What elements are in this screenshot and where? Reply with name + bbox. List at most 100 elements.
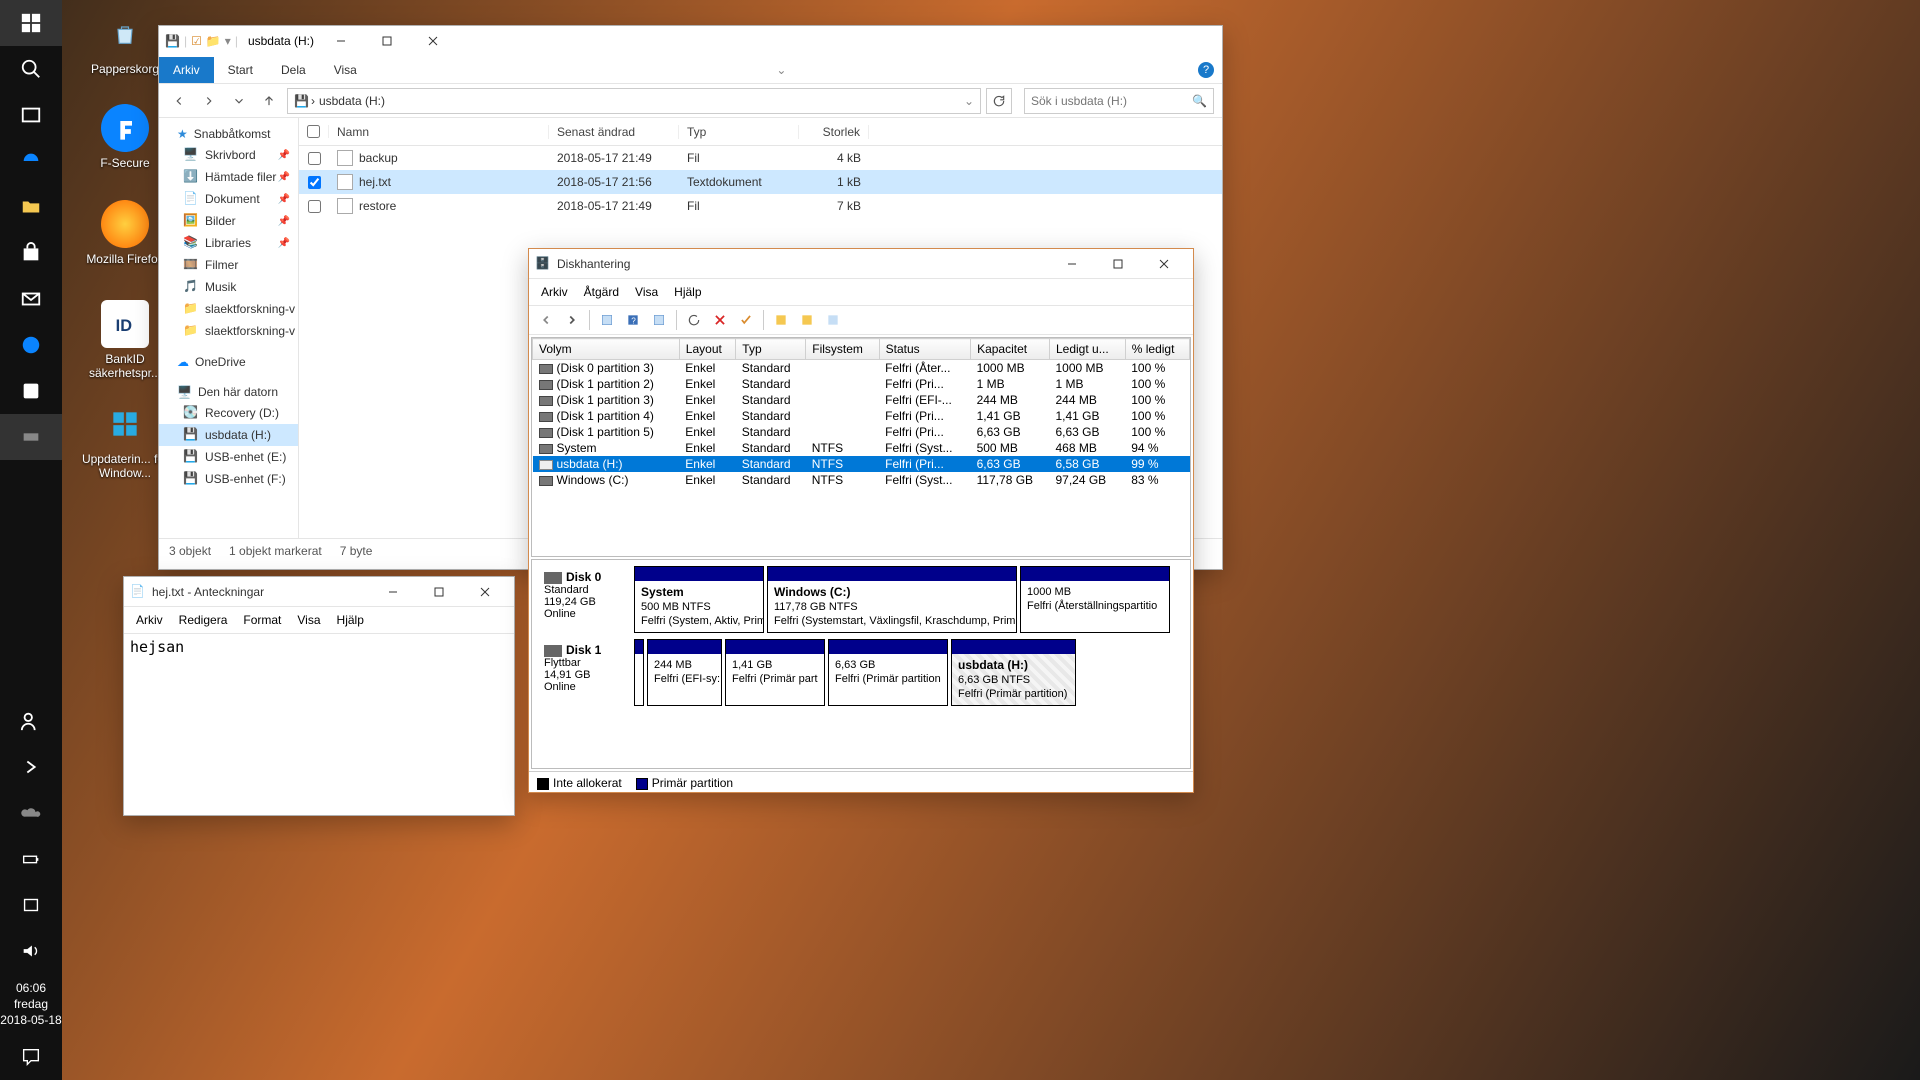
row-checkbox[interactable] xyxy=(308,176,321,189)
action-center-icon[interactable] xyxy=(0,1034,62,1080)
navpane-item[interactable]: 📁slaektforskning-v xyxy=(159,298,298,320)
col-size[interactable]: Storlek xyxy=(799,125,869,139)
maximize-button[interactable] xyxy=(364,26,410,56)
menu-item[interactable]: Format xyxy=(235,609,289,631)
partition[interactable]: System500 MB NTFSFelfri (System, Aktiv, … xyxy=(634,566,764,633)
menu-item[interactable]: Redigera xyxy=(171,609,236,631)
navpane-item[interactable]: 🖥️Skrivbord📌 xyxy=(159,144,298,166)
menu-item[interactable]: Visa xyxy=(289,609,328,631)
onedrive-tray-icon[interactable] xyxy=(0,790,62,836)
nav-pane[interactable]: ★Snabbåtkomst 🖥️Skrivbord📌 ⬇️Hämtade fil… xyxy=(159,118,299,538)
file-row[interactable]: hej.txt 2018-05-17 21:56 Textdokument 1 … xyxy=(299,170,1222,194)
navpane-item[interactable]: 📁slaektforskning-v xyxy=(159,320,298,342)
navpane-drive[interactable]: 💽Recovery (D:) xyxy=(159,402,298,424)
help-icon[interactable]: ? xyxy=(1198,62,1214,78)
disk-graphical-view[interactable]: Disk 0Standard119,24 GBOnlineSystem500 M… xyxy=(531,559,1191,769)
menu-item[interactable]: Arkiv xyxy=(128,609,171,631)
volume-row[interactable]: Windows (C:)EnkelStandardNTFSFelfri (Sys… xyxy=(533,472,1190,488)
toolbar-settings-icon[interactable] xyxy=(648,309,670,331)
volume-row[interactable]: SystemEnkelStandardNTFSFelfri (Syst...50… xyxy=(533,440,1190,456)
nav-recent-button[interactable] xyxy=(227,89,251,113)
col-date[interactable]: Senast ändrad xyxy=(549,125,679,139)
toolbar-properties-icon[interactable] xyxy=(735,309,757,331)
maximize-button[interactable] xyxy=(416,577,462,607)
breadcrumb-item[interactable]: usbdata (H:) xyxy=(319,94,385,108)
qat-properties-icon[interactable]: ☑ xyxy=(191,34,202,48)
menu-item[interactable]: Hjälp xyxy=(329,609,372,631)
task-view-icon[interactable] xyxy=(0,92,62,138)
menu-item[interactable]: Hjälp xyxy=(666,281,709,303)
volume-row[interactable]: (Disk 1 partition 4)EnkelStandardFelfri … xyxy=(533,408,1190,424)
mail-icon[interactable] xyxy=(0,276,62,322)
desktop-icon-bankid[interactable]: ID BankID säkerhetspr... xyxy=(80,300,170,380)
navpane-item[interactable]: ⬇️Hämtade filer📌 xyxy=(159,166,298,188)
toolbar-list2-icon[interactable] xyxy=(796,309,818,331)
notepad-textarea[interactable] xyxy=(124,634,514,810)
menu-item[interactable]: Arkiv xyxy=(533,281,576,303)
volume-col[interactable]: Status xyxy=(879,339,970,360)
desktop-icon-firefox[interactable]: Mozilla Firefox xyxy=(80,200,170,266)
navpane-thispc[interactable]: 🖥️Den här datorn xyxy=(159,382,298,402)
search-field[interactable]: 🔍 xyxy=(1024,88,1214,114)
search-icon[interactable] xyxy=(0,46,62,92)
volume-row[interactable]: (Disk 0 partition 3)EnkelStandardFelfri … xyxy=(533,360,1190,377)
nav-up-button[interactable] xyxy=(257,89,281,113)
select-all-checkbox[interactable] xyxy=(307,125,320,138)
volume-row[interactable]: (Disk 1 partition 5)EnkelStandardFelfri … xyxy=(533,424,1190,440)
qat-newfolder-icon[interactable]: 📁 xyxy=(206,34,221,48)
file-row[interactable]: restore 2018-05-17 21:49 Fil 7 kB xyxy=(299,194,1222,218)
maximize-button[interactable] xyxy=(1095,249,1141,279)
minimize-button[interactable] xyxy=(370,577,416,607)
navpane-drive[interactable]: 💾usbdata (H:) xyxy=(159,424,298,446)
partition[interactable]: Windows (C:)117,78 GB NTFSFelfri (System… xyxy=(767,566,1017,633)
navpane-item[interactable]: 📚Libraries📌 xyxy=(159,232,298,254)
menu-item[interactable]: Visa xyxy=(627,281,666,303)
partition[interactable]: 6,63 GBFelfri (Primär partition xyxy=(828,639,948,706)
desktop-icon-fsecure[interactable]: F-Secure xyxy=(80,104,170,170)
navpane-item[interactable]: 🖼️Bilder📌 xyxy=(159,210,298,232)
taskbar-clock[interactable]: 06:06 fredag 2018-05-18 xyxy=(0,974,61,1034)
volume-col[interactable]: % ledigt xyxy=(1125,339,1189,360)
bankid-icon[interactable] xyxy=(0,368,62,414)
search-input[interactable] xyxy=(1031,94,1192,108)
menu-item[interactable]: Åtgärd xyxy=(576,281,627,303)
ribbon-collapse-icon[interactable]: ⌄ xyxy=(776,63,786,77)
tray-expand-icon[interactable] xyxy=(0,744,62,790)
touchpad-icon[interactable] xyxy=(0,882,62,928)
partition[interactable]: 244 MBFelfri (EFI-sy: xyxy=(647,639,722,706)
row-checkbox[interactable] xyxy=(308,200,321,213)
toolbar-grid-icon[interactable] xyxy=(596,309,618,331)
address-field[interactable]: 💾 › usbdata (H:) ⌄ xyxy=(287,88,981,114)
ribbon-tab-visa[interactable]: Visa xyxy=(320,57,371,83)
nav-forward-button[interactable] xyxy=(197,89,221,113)
ribbon-tab-start[interactable]: Start xyxy=(214,57,267,83)
toolbar-list-icon[interactable] xyxy=(770,309,792,331)
close-button[interactable] xyxy=(462,577,508,607)
file-explorer-icon[interactable] xyxy=(0,184,62,230)
refresh-button[interactable] xyxy=(986,88,1012,114)
toolbar-help-icon[interactable]: ? xyxy=(622,309,644,331)
toolbar-back-icon[interactable] xyxy=(535,309,557,331)
navpane-onedrive[interactable]: ☁OneDrive xyxy=(159,352,298,372)
desktop-icon-winupdate[interactable]: Uppdaterin... för Window... xyxy=(80,400,170,480)
navpane-drive[interactable]: 💾USB-enhet (F:) xyxy=(159,468,298,490)
close-button[interactable] xyxy=(1141,249,1187,279)
minimize-button[interactable] xyxy=(1049,249,1095,279)
volume-list[interactable]: VolymLayoutTypFilsystemStatusKapacitetLe… xyxy=(531,337,1191,557)
col-type[interactable]: Typ xyxy=(679,125,799,139)
row-checkbox[interactable] xyxy=(308,152,321,165)
col-name[interactable]: Namn xyxy=(329,125,549,139)
volume-row[interactable]: usbdata (H:)EnkelStandardNTFSFelfri (Pri… xyxy=(533,456,1190,472)
navpane-item[interactable]: 🎞️Filmer xyxy=(159,254,298,276)
toolbar-delete-icon[interactable] xyxy=(709,309,731,331)
volume-col[interactable]: Typ xyxy=(736,339,806,360)
volume-icon[interactable] xyxy=(0,928,62,974)
volume-col[interactable]: Ledigt u... xyxy=(1049,339,1125,360)
edge-icon[interactable] xyxy=(0,138,62,184)
ribbon-tab-dela[interactable]: Dela xyxy=(267,57,320,83)
volume-col[interactable]: Volym xyxy=(533,339,680,360)
navpane-item[interactable]: 📄Dokument📌 xyxy=(159,188,298,210)
partition[interactable]: 1000 MBFelfri (Återställningspartitio xyxy=(1020,566,1170,633)
chevron-down-icon[interactable]: ⌄ xyxy=(964,94,974,108)
navpane-quickaccess[interactable]: ★Snabbåtkomst xyxy=(159,124,298,144)
